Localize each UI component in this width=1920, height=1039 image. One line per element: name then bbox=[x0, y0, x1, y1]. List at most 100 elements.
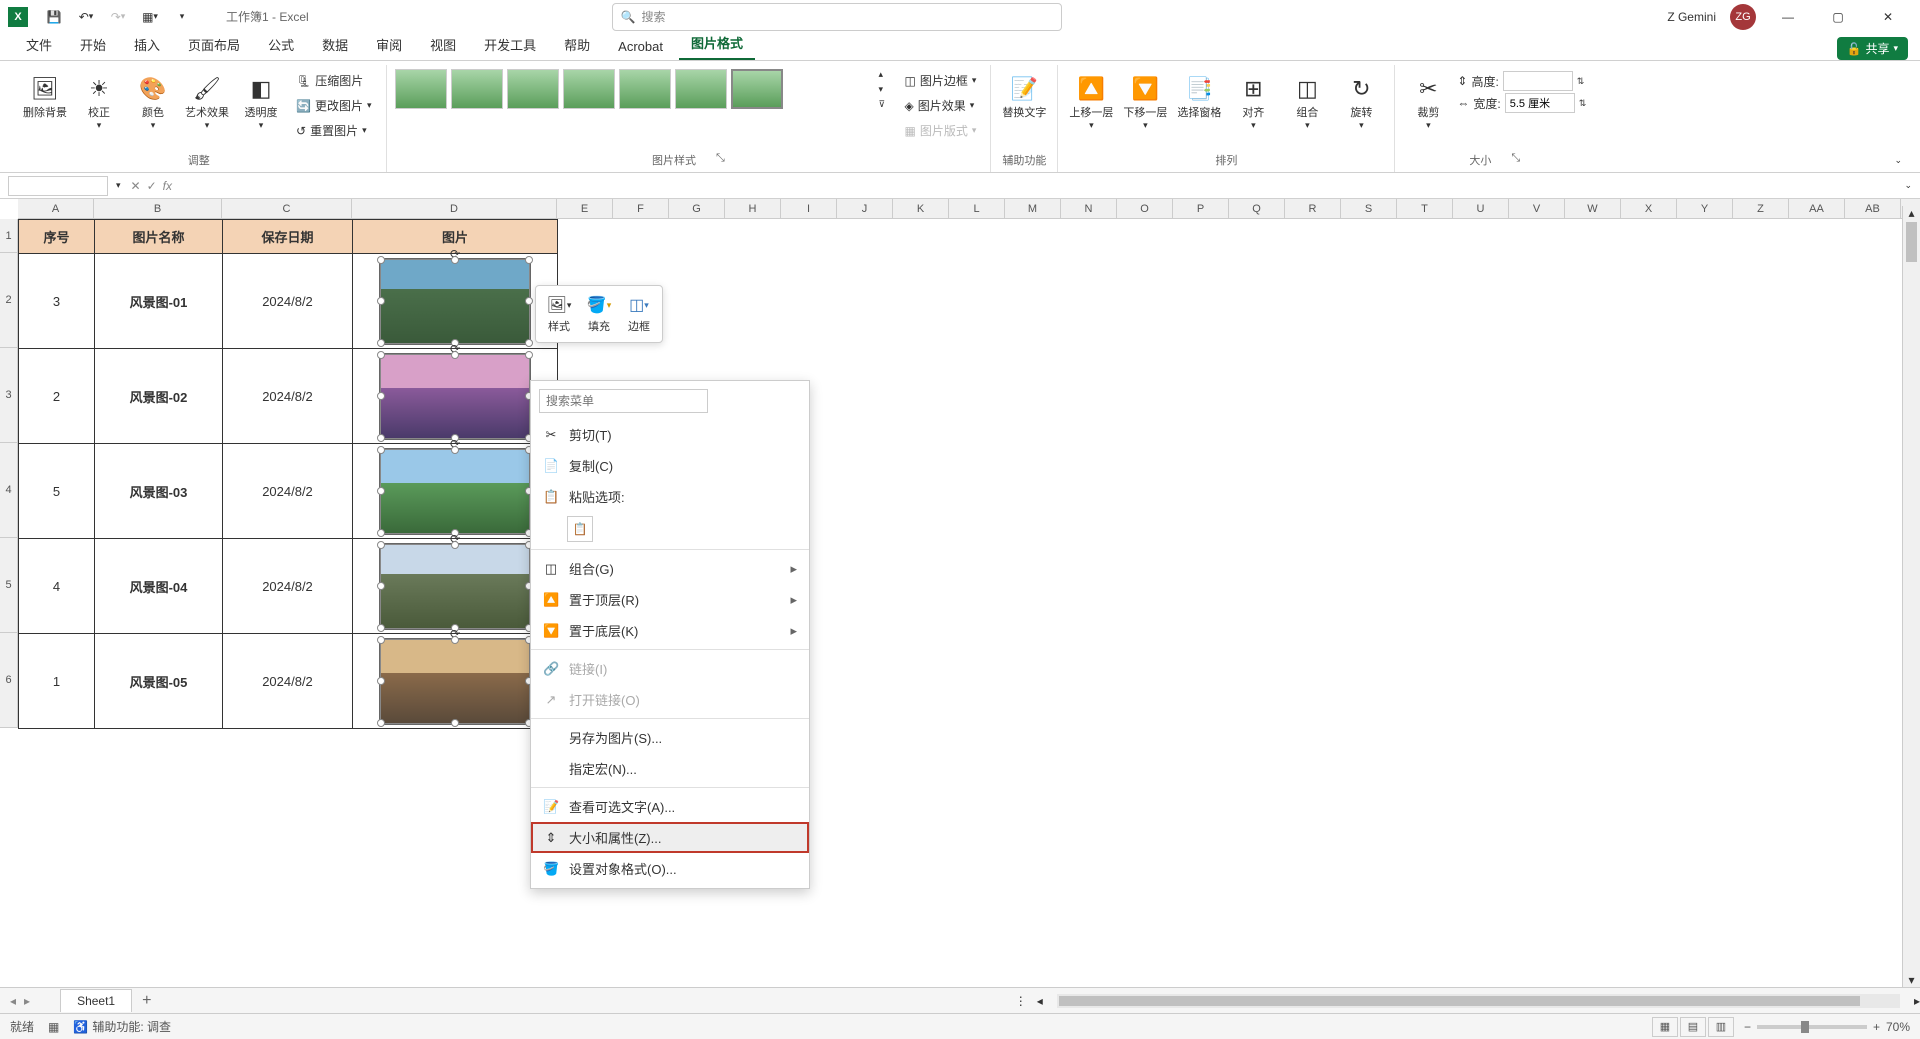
vertical-scrollbar[interactable]: ▴ ▾ bbox=[1902, 206, 1920, 987]
resize-handle[interactable] bbox=[525, 297, 533, 305]
column-header[interactable]: U bbox=[1453, 199, 1509, 218]
resize-handle[interactable] bbox=[377, 719, 385, 727]
landscape-image[interactable]: ⟳ bbox=[380, 259, 530, 344]
scroll-down-icon[interactable]: ▾ bbox=[1903, 973, 1920, 987]
picture-effects-button[interactable]: ◈ 图片效果 ▾ bbox=[899, 94, 983, 117]
style-item[interactable] bbox=[395, 69, 447, 109]
resize-handle[interactable] bbox=[525, 351, 533, 359]
tab-home[interactable]: 开始 bbox=[68, 29, 118, 60]
save-icon[interactable]: 💾 bbox=[40, 3, 68, 31]
resize-handle[interactable] bbox=[451, 636, 459, 644]
enter-formula-icon[interactable]: ✓ bbox=[147, 179, 157, 193]
zoom-slider[interactable] bbox=[1757, 1025, 1867, 1029]
style-item[interactable] bbox=[619, 69, 671, 109]
column-header[interactable]: R bbox=[1285, 199, 1341, 218]
resize-handle[interactable] bbox=[451, 719, 459, 727]
reset-picture-button[interactable]: ↺ 重置图片 ▾ bbox=[290, 119, 378, 142]
style-item-selected[interactable] bbox=[731, 69, 783, 109]
column-header[interactable]: H bbox=[725, 199, 781, 218]
resize-handle[interactable] bbox=[377, 636, 385, 644]
column-header[interactable]: O bbox=[1117, 199, 1173, 218]
column-header[interactable]: W bbox=[1565, 199, 1621, 218]
resize-handle[interactable] bbox=[377, 541, 385, 549]
resize-handle[interactable] bbox=[451, 351, 459, 359]
picture-border-button[interactable]: ◫ 图片边框 ▾ bbox=[899, 69, 983, 92]
cell-picture[interactable]: ⟳ bbox=[353, 349, 558, 444]
height-spinner[interactable]: ⇅ bbox=[1577, 76, 1585, 87]
column-header[interactable]: F bbox=[613, 199, 669, 218]
column-header[interactable]: G bbox=[669, 199, 725, 218]
send-backward-button[interactable]: 🔽下移一层▾ bbox=[1120, 69, 1170, 135]
resize-handle[interactable] bbox=[377, 434, 385, 442]
column-header[interactable]: L bbox=[949, 199, 1005, 218]
share-button[interactable]: 🔓 共享 ▾ bbox=[1837, 37, 1909, 60]
column-header[interactable]: Y bbox=[1677, 199, 1733, 218]
tab-file[interactable]: 文件 bbox=[14, 29, 64, 60]
cell-date[interactable]: 2024/8/2 bbox=[223, 444, 353, 539]
menu-save-as-picture[interactable]: 另存为图片(S)... bbox=[531, 722, 809, 753]
tab-layout[interactable]: 页面布局 bbox=[176, 29, 252, 60]
row-header[interactable]: 1 bbox=[0, 219, 18, 253]
corrections-button[interactable]: ☀校正▾ bbox=[74, 69, 124, 135]
row-header[interactable]: 4 bbox=[0, 443, 18, 538]
tab-acrobat[interactable]: Acrobat bbox=[606, 33, 675, 60]
resize-handle[interactable] bbox=[525, 256, 533, 264]
alt-text-button[interactable]: 📝替换文字 bbox=[999, 69, 1049, 123]
tab-view[interactable]: 视图 bbox=[418, 29, 468, 60]
horizontal-scrollbar[interactable] bbox=[1057, 994, 1900, 1008]
resize-handle[interactable] bbox=[451, 446, 459, 454]
cell-name[interactable]: 风景图-03 bbox=[95, 444, 223, 539]
tab-picture-format[interactable]: 图片格式 bbox=[679, 27, 755, 60]
resize-handle[interactable] bbox=[377, 297, 385, 305]
cell-picture[interactable]: ⟳ bbox=[353, 634, 558, 729]
align-button[interactable]: ⊞对齐▾ bbox=[1228, 69, 1278, 135]
tab-data[interactable]: 数据 bbox=[310, 29, 360, 60]
menu-send-bottom[interactable]: 🔽置于底层(K)▸ bbox=[531, 615, 809, 646]
menu-group[interactable]: ◫组合(G)▸ bbox=[531, 553, 809, 584]
close-button[interactable]: ✕ bbox=[1870, 3, 1906, 31]
sheet-menu-icon[interactable]: ⋮ bbox=[1005, 994, 1037, 1008]
gallery-up-icon[interactable]: ▴ bbox=[879, 69, 895, 80]
column-header[interactable]: AA bbox=[1789, 199, 1845, 218]
column-header[interactable]: A bbox=[18, 199, 94, 218]
resize-handle[interactable] bbox=[377, 256, 385, 264]
artistic-effects-button[interactable]: 🖌艺术效果▾ bbox=[182, 69, 232, 135]
sheet-nav-prev-icon[interactable]: ◂ bbox=[10, 994, 16, 1008]
cancel-formula-icon[interactable]: ✕ bbox=[131, 179, 141, 193]
sheet-nav-next-icon[interactable]: ▸ bbox=[24, 994, 30, 1008]
column-header[interactable]: M bbox=[1005, 199, 1061, 218]
resize-handle[interactable] bbox=[377, 529, 385, 537]
column-header[interactable]: C bbox=[222, 199, 352, 218]
change-picture-button[interactable]: 🔄 更改图片 ▾ bbox=[290, 94, 378, 117]
qat-more-icon[interactable]: ▦▾ bbox=[136, 3, 164, 31]
style-item[interactable] bbox=[451, 69, 503, 109]
picture-style-gallery[interactable] bbox=[395, 69, 875, 109]
width-input[interactable] bbox=[1505, 93, 1575, 113]
menu-search-input[interactable] bbox=[539, 389, 708, 413]
hscroll-left-icon[interactable]: ◂ bbox=[1037, 994, 1043, 1008]
paste-option-button[interactable]: 📋 bbox=[567, 516, 593, 542]
resize-handle[interactable] bbox=[451, 256, 459, 264]
ribbon-collapse-icon[interactable]: ⌄ bbox=[1888, 149, 1908, 172]
column-header[interactable]: I bbox=[781, 199, 837, 218]
cell-name[interactable]: 风景图-04 bbox=[95, 539, 223, 634]
hscroll-right-icon[interactable]: ▸ bbox=[1914, 994, 1920, 1008]
cell-date[interactable]: 2024/8/2 bbox=[223, 634, 353, 729]
column-header[interactable]: P bbox=[1173, 199, 1229, 218]
scroll-thumb[interactable] bbox=[1059, 996, 1860, 1006]
group-button[interactable]: ◫组合▾ bbox=[1282, 69, 1332, 135]
column-header[interactable]: V bbox=[1509, 199, 1565, 218]
menu-format-object[interactable]: 🪣设置对象格式(O)... bbox=[531, 853, 809, 884]
status-accessibility[interactable]: 辅助功能: 调查 bbox=[92, 1018, 171, 1035]
crop-button[interactable]: ✂裁剪▾ bbox=[1403, 69, 1453, 135]
fx-icon[interactable]: fx bbox=[163, 179, 172, 193]
cell-name[interactable]: 风景图-02 bbox=[95, 349, 223, 444]
zoom-in-button[interactable]: + bbox=[1873, 1020, 1880, 1034]
column-header[interactable]: S bbox=[1341, 199, 1397, 218]
resize-handle[interactable] bbox=[525, 339, 533, 347]
resize-handle[interactable] bbox=[377, 624, 385, 632]
undo-icon[interactable]: ↶▾ bbox=[72, 3, 100, 31]
scroll-up-icon[interactable]: ▴ bbox=[1903, 206, 1920, 220]
minimize-button[interactable]: — bbox=[1770, 3, 1806, 31]
menu-cut[interactable]: ✂剪切(T) bbox=[531, 419, 809, 450]
